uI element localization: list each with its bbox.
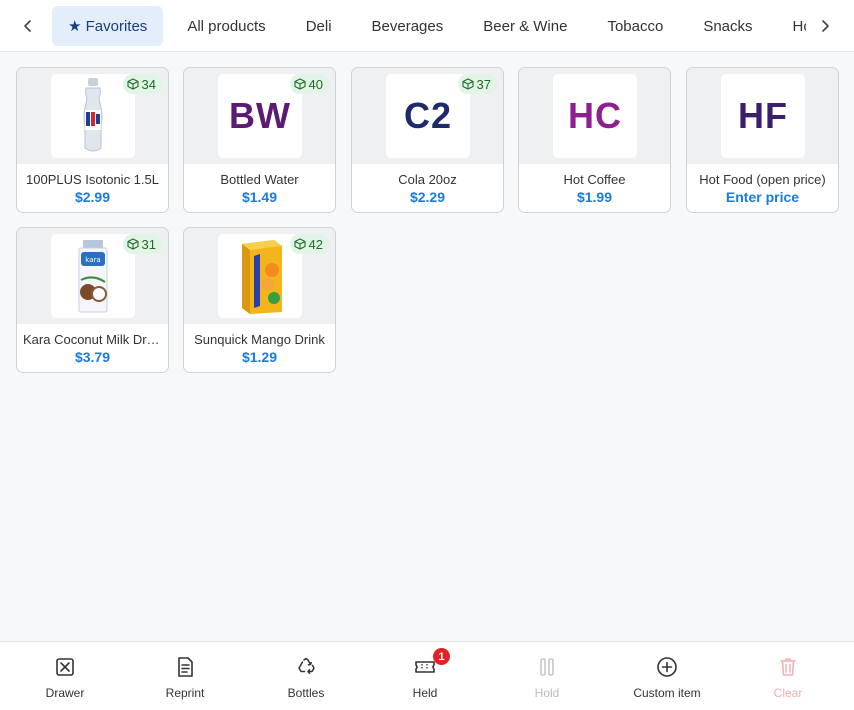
tab-label: Househ — [792, 17, 806, 35]
stock-badge: 37 — [457, 74, 497, 94]
drawer-icon — [54, 656, 76, 678]
product-price: $2.29 — [409, 189, 446, 205]
chevron-left-icon[interactable] — [16, 14, 40, 38]
box-icon — [126, 238, 139, 250]
svg-text:kara: kara — [85, 256, 100, 264]
tab-all-products[interactable]: All products — [171, 6, 281, 46]
drawer-label: Drawer — [45, 686, 85, 700]
tab-beer-wine[interactable]: Beer & Wine — [467, 6, 583, 46]
recycle-icon — [295, 656, 317, 678]
product-image-area: 42 — [184, 228, 335, 324]
product-price: $1.49 — [241, 189, 278, 205]
product-price: $3.79 — [74, 349, 111, 365]
product-card[interactable]: C2 37 Cola 20oz $2.29 — [351, 67, 504, 213]
clear-button[interactable]: Clear — [728, 642, 848, 710]
tab-label: ★ Favorites — [68, 18, 148, 35]
product-name: Hot Coffee — [563, 172, 626, 187]
category-bar: ★ Favorites All products Deli Beverages … — [0, 0, 854, 52]
pause-icon — [536, 656, 558, 678]
held-label: Held — [412, 686, 438, 700]
plus-circle-icon — [656, 656, 678, 678]
tab-tobacco[interactable]: Tobacco — [591, 6, 679, 46]
product-image-area: BW 40 — [184, 68, 335, 164]
receipt-icon — [174, 656, 196, 678]
box-icon — [126, 78, 139, 90]
stock-badge: 34 — [122, 74, 162, 94]
hold-button[interactable]: Hold — [487, 642, 607, 710]
product-image-area: HC — [519, 68, 670, 164]
tab-favorites[interactable]: ★ Favorites — [52, 6, 164, 46]
product-card[interactable]: HF Hot Food (open price) Enter price — [686, 67, 839, 213]
tab-deli[interactable]: Deli — [290, 6, 348, 46]
box-icon — [293, 78, 306, 90]
tab-label: Deli — [305, 17, 332, 35]
product-price: $1.29 — [241, 349, 278, 365]
drawer-button[interactable]: Drawer — [5, 642, 125, 710]
product-price: Enter price — [725, 189, 800, 205]
product-abbr: C2 — [403, 95, 453, 136]
product-abbr: HF — [738, 95, 788, 136]
box-icon — [293, 238, 306, 250]
product-card[interactable]: 34 100PLUS Isotonic 1.5L $2.99 — [16, 67, 169, 213]
reprint-button[interactable]: Reprint — [125, 642, 245, 710]
bottom-toolbar: Drawer Reprint Bottles 1 Held Hold Custo… — [0, 641, 854, 710]
product-price: $1.99 — [576, 189, 613, 205]
stock-badge: 31 — [122, 234, 162, 254]
tab-beverages[interactable]: Beverages — [356, 6, 460, 46]
product-card[interactable]: 42 Sunquick Mango Drink $1.29 — [183, 227, 336, 373]
product-abbr-tile: HF — [721, 74, 805, 158]
product-name: Kara Coconut Milk Drink — [23, 332, 162, 347]
category-tabs: ★ Favorites All products Deli Beverages … — [52, 6, 806, 46]
custom-item-label: Custom item — [633, 686, 701, 700]
stock-count: 42 — [308, 236, 323, 252]
held-count-badge: 1 — [433, 648, 450, 665]
tab-label: Tobacco — [607, 17, 664, 35]
custom-item-button[interactable]: Custom item — [607, 642, 727, 710]
product-name: Sunquick Mango Drink — [194, 332, 325, 347]
product-card[interactable]: BW 40 Bottled Water $1.49 — [183, 67, 336, 213]
product-card[interactable]: HC Hot Coffee $1.99 — [518, 67, 671, 213]
tab-label: Beverages — [371, 17, 444, 35]
product-card[interactable]: kara 31 Kara Coconut Milk Drink $3.79 — [16, 227, 169, 373]
stock-count: 31 — [141, 236, 156, 252]
chevron-right-icon[interactable] — [813, 14, 837, 38]
bottles-button[interactable]: Bottles — [246, 642, 366, 710]
stock-badge: 40 — [289, 74, 329, 94]
stock-count: 40 — [308, 76, 323, 92]
product-name: 100PLUS Isotonic 1.5L — [26, 172, 159, 187]
product-abbr: BW — [229, 95, 291, 136]
product-abbr: HC — [568, 95, 622, 136]
tab-label: All products — [187, 17, 266, 35]
box-icon — [461, 78, 474, 90]
product-image-area: C2 37 — [352, 68, 503, 164]
hold-label: Hold — [534, 686, 560, 700]
tab-label: Beer & Wine — [483, 17, 568, 35]
reprint-label: Reprint — [165, 686, 205, 700]
product-abbr-tile: HC — [553, 74, 637, 158]
ticket-icon: 1 — [414, 648, 450, 678]
held-button[interactable]: 1 Held — [365, 642, 485, 710]
product-image-area: HF — [687, 68, 838, 164]
product-name: Hot Food (open price) — [699, 172, 826, 187]
product-name: Cola 20oz — [398, 172, 457, 187]
tab-label: Snacks — [703, 17, 753, 35]
stock-count: 34 — [141, 76, 156, 92]
tab-snacks[interactable]: Snacks — [687, 6, 768, 46]
product-image-area: kara 31 — [17, 228, 168, 324]
tab-household[interactable]: Househ — [777, 6, 806, 46]
product-image-area: 34 — [17, 68, 168, 164]
bottles-label: Bottles — [287, 686, 325, 700]
stock-badge: 42 — [289, 234, 329, 254]
product-name: Bottled Water — [220, 172, 299, 187]
held-count: 1 — [438, 650, 445, 663]
stock-count: 37 — [476, 76, 491, 92]
product-price: $2.99 — [74, 189, 111, 205]
clear-label: Clear — [773, 686, 803, 700]
trash-icon — [777, 656, 799, 678]
